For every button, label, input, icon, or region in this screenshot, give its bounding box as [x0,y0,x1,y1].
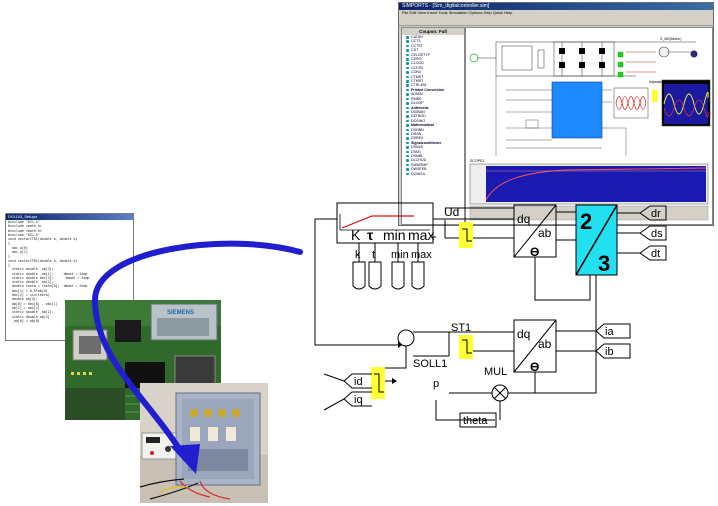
sum-junction [397,329,415,347]
dq-label-top: dq [517,212,530,226]
output-ds: ds [651,228,663,240]
ud-label: Ud [444,205,459,219]
input-ia: ia [605,326,614,338]
pi-port-max: max [411,249,432,261]
pi-port-min: min [391,249,409,261]
pi-label-k: K [351,227,361,243]
pi-port-k: k [355,249,361,261]
highlight-st1-limiter [459,335,473,359]
ab-label-top: ab [538,226,552,240]
transform-2-label: 2 [580,209,592,234]
theta-label-top: ϴ [530,245,539,259]
input-iq: iq [354,394,363,406]
st1-label: ST1 [451,322,471,334]
control-block-diagram: K τ min max k t min max Ud dq ab ϴ dq ab… [314,202,667,428]
pi-port-t: t [372,249,375,261]
ab-label-bottom: ab [538,337,552,351]
highlight-top-limiter [459,222,473,248]
highlight-input-limiter [371,367,385,399]
pi-label-tau: τ [367,227,374,243]
dq-label-bottom: dq [517,327,530,341]
input-ib: ib [605,346,614,358]
soll1-label: SOLL1 [413,358,447,370]
transform-3-label: 3 [598,251,610,276]
mul-label: MUL [484,366,507,378]
pi-label-max: max [408,227,434,243]
input-id: id [354,376,363,388]
theta-label-bottom: ϴ [530,360,539,374]
output-dr: dr [651,208,661,220]
pi-label-min: min [383,227,406,243]
p-label: p [433,378,439,390]
output-dt: dt [651,248,660,260]
theta-input-label: theta [463,415,488,427]
